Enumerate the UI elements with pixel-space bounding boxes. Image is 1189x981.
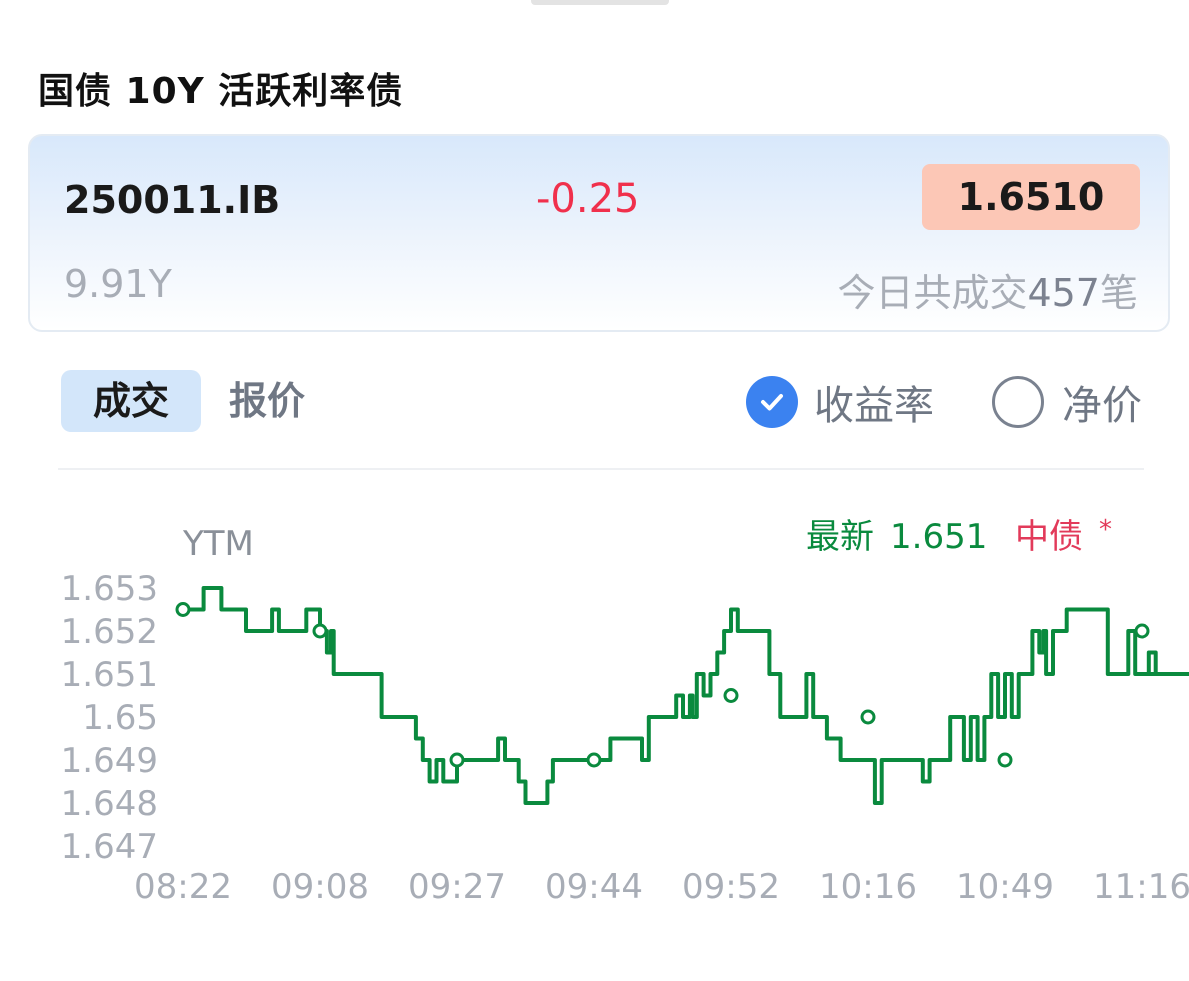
tick-marker-point xyxy=(860,709,876,725)
x-tick-label: 09:52 xyxy=(682,867,780,907)
tick-marker-point xyxy=(1134,623,1150,639)
trades-prefix: 今日共成交 xyxy=(837,271,1028,315)
radio-empty-icon[interactable] xyxy=(992,376,1044,428)
y-tick-label: 1.647 xyxy=(61,827,158,867)
x-tick-label: 09:27 xyxy=(408,867,506,907)
x-tick-label: 09:08 xyxy=(271,867,369,907)
y-tick-label: 1.65 xyxy=(82,698,158,738)
trades-count: 457 xyxy=(1027,271,1100,315)
tick-marker-point xyxy=(312,623,328,639)
trade-count-text: 今日共成交457笔 xyxy=(837,262,1138,317)
x-tick-label: 10:16 xyxy=(819,867,917,907)
net-price-option[interactable]: 净价 xyxy=(992,372,1142,432)
page-title: 国债 10Y 活跃利率债 xyxy=(38,71,404,112)
tab-quote[interactable]: 报价 xyxy=(229,370,305,432)
yield-line-chart[interactable]: YTM 最新 1.651 中债 *1.6531.6521.6511.651.6491.6… xyxy=(0,500,1189,920)
x-tick-label: 11:16 xyxy=(1093,867,1189,907)
bond-code: 250011.IB xyxy=(64,178,281,222)
trades-suffix: 笔 xyxy=(1099,271,1138,315)
tab-trade[interactable]: 成交 xyxy=(61,370,201,432)
y-tick-label: 1.648 xyxy=(61,784,158,824)
drag-handle[interactable] xyxy=(531,0,669,5)
checkmark-icon[interactable] xyxy=(746,376,798,428)
tick-marker-point xyxy=(175,602,191,617)
y-tick-label: 1.649 xyxy=(61,741,158,781)
tick-marker-point xyxy=(723,688,739,703)
y-tick-label: 1.653 xyxy=(61,569,158,609)
latest-price-badge: 1.6510 xyxy=(922,164,1140,230)
yield-option[interactable]: 收益率 xyxy=(746,372,934,432)
yield-change: -0.25 xyxy=(536,176,640,222)
legend-latest-value: 1.651 xyxy=(890,517,987,557)
x-tick-label: 10:49 xyxy=(956,867,1054,907)
remaining-maturity: 9.91Y xyxy=(64,262,172,306)
tick-marker-point xyxy=(586,752,602,768)
legend-reference: 中债 xyxy=(1015,517,1083,557)
x-tick-label: 08:22 xyxy=(134,867,232,907)
legend-reference-star: * xyxy=(1099,515,1112,545)
yield-option-label: 收益率 xyxy=(814,383,934,429)
bond-summary-card[interactable]: 250011.IB -0.25 1.6510 9.91Y 今日共成交457笔 xyxy=(28,134,1170,332)
net-price-option-label: 净价 xyxy=(1062,383,1142,429)
x-tick-label: 09:44 xyxy=(545,867,643,907)
legend-latest-label: 最新 xyxy=(806,517,874,557)
y-tick-label: 1.651 xyxy=(61,655,158,695)
divider xyxy=(58,468,1144,470)
tick-marker-point xyxy=(449,752,465,768)
tick-marker-point xyxy=(997,752,1013,768)
yield-series-line xyxy=(181,586,1189,805)
y-axis-label: YTM xyxy=(182,524,254,564)
y-tick-label: 1.652 xyxy=(61,612,158,652)
